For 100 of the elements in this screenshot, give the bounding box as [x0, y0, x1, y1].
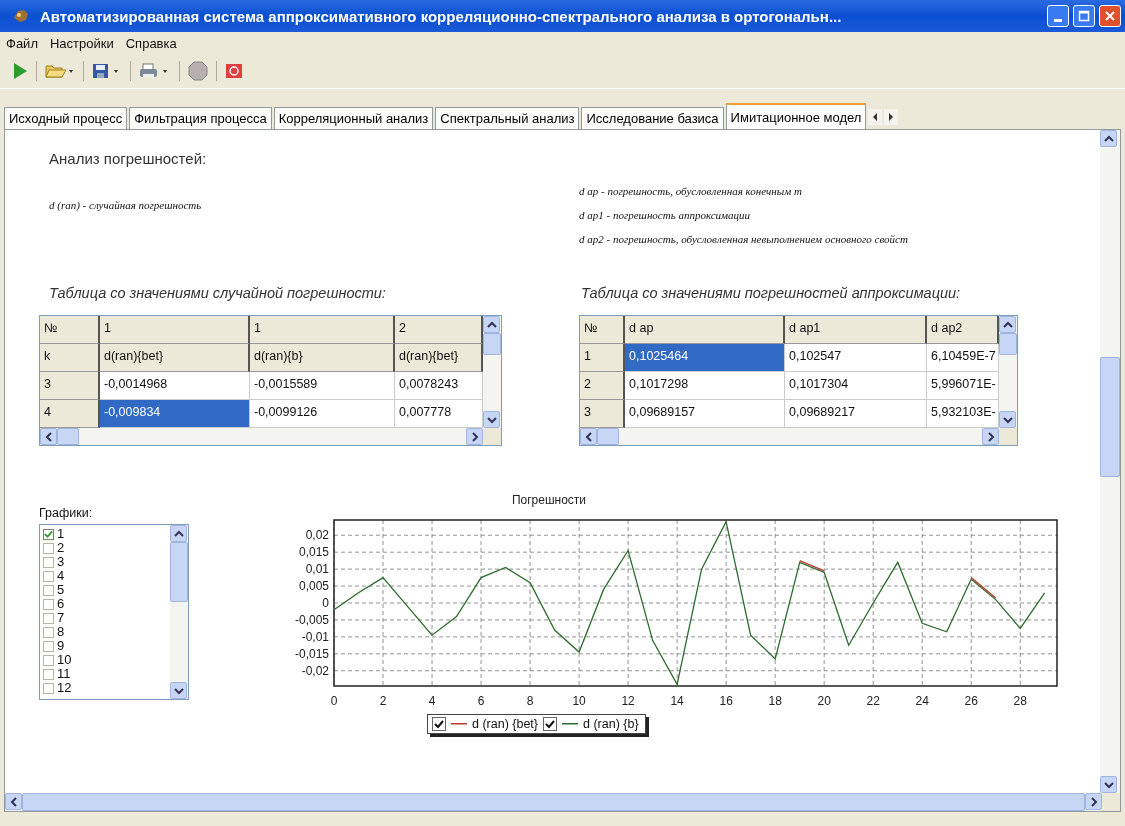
scroll-thumb[interactable]	[170, 542, 188, 602]
checkbox[interactable]	[43, 598, 54, 610]
legend-label: d (ran) {bet}	[472, 717, 538, 731]
minimize-button[interactable]	[1047, 5, 1069, 27]
y-tick-label: 0	[322, 596, 329, 610]
checkbox[interactable]	[43, 542, 54, 554]
tab[interactable]: Имитационное модел	[725, 103, 867, 129]
menu-item[interactable]: Файл	[6, 35, 38, 51]
vertical-scrollbar[interactable]	[999, 316, 1017, 428]
checkbox[interactable]	[43, 556, 54, 568]
legend-note: d ap1 - погрешность аппроксимации	[579, 209, 752, 221]
column-header: 2	[395, 316, 483, 344]
tab[interactable]: Спектральный анализ	[435, 107, 580, 129]
column-header: d(ran){bet}	[395, 344, 483, 372]
scroll-left-button[interactable]	[5, 793, 22, 810]
scroll-thumb[interactable]	[999, 333, 1017, 355]
scroll-down-button[interactable]	[999, 411, 1016, 428]
tab-scroll-left-button[interactable]	[868, 109, 883, 125]
y-tick-label: -0,005	[294, 612, 329, 627]
scroll-right-button[interactable]	[1085, 793, 1102, 810]
scroll-right-button[interactable]	[982, 428, 999, 445]
column-header: d(ran){b}	[250, 344, 395, 372]
checkbox[interactable]	[43, 612, 54, 624]
scroll-thumb[interactable]	[597, 428, 619, 445]
chevron-right-icon	[1089, 796, 1098, 807]
horizontal-scrollbar[interactable]	[580, 428, 1017, 445]
scroll-down-button[interactable]	[483, 411, 500, 428]
checkbox-label: 1	[57, 527, 65, 541]
x-tick-label: 0	[330, 694, 338, 708]
scroll-up-button[interactable]	[170, 525, 187, 542]
tab[interactable]: Исследование базиса	[581, 107, 724, 129]
table-cell[interactable]: -0,0015589	[250, 372, 395, 400]
table-cell[interactable]: 0,1025464	[625, 344, 785, 372]
scroll-right-button[interactable]	[466, 428, 483, 445]
scroll-up-button[interactable]	[483, 316, 500, 333]
scrollbar-corner	[999, 428, 1017, 445]
checkbox[interactable]	[43, 682, 54, 694]
menu-item[interactable]: Настройки	[49, 35, 114, 51]
scroll-down-button[interactable]	[170, 682, 187, 699]
table-cell[interactable]: 0,1017298	[625, 372, 785, 400]
tab[interactable]: Исходный процесс	[4, 107, 128, 129]
play-icon	[12, 62, 28, 80]
vertical-scrollbar[interactable]	[170, 525, 188, 699]
vertical-scrollbar[interactable]	[1100, 130, 1120, 793]
table-cell[interactable]: 0,102547	[785, 344, 927, 372]
triangle-left-icon	[871, 112, 880, 122]
x-tick-label: 20	[817, 694, 831, 708]
record-button[interactable]	[223, 61, 245, 81]
x-tick-label: 22	[866, 694, 880, 708]
checkbox-label: 7	[57, 611, 65, 625]
x-tick-label: 8	[526, 694, 534, 708]
table-caption: Таблица со значениями погрешностей аппроксимации:	[580, 285, 962, 301]
chevron-down-icon	[486, 415, 497, 424]
horizontal-scrollbar[interactable]	[40, 428, 501, 445]
table-caption: Таблица со значениями случайной погрешности:	[48, 285, 387, 301]
triangle-right-icon	[887, 112, 896, 122]
chart-title: Погрешности	[511, 493, 587, 507]
table-cell[interactable]: -0,009834	[100, 400, 250, 428]
column-header: d ap1	[785, 316, 927, 344]
tab[interactable]: Корреляционный анализ	[273, 107, 434, 129]
scroll-up-button[interactable]	[999, 316, 1016, 333]
checkbox[interactable]	[43, 528, 54, 540]
window-title: Автоматизированная система аппроксимативного корреляционно-спектрального анализа в ортогональн...	[40, 7, 843, 25]
stop-button[interactable]	[186, 59, 210, 83]
checkbox[interactable]	[43, 654, 54, 666]
scroll-up-button[interactable]	[1100, 130, 1117, 147]
menu-item[interactable]: Справка	[125, 35, 177, 51]
scrollbar-corner	[483, 428, 501, 445]
scroll-left-button[interactable]	[580, 428, 597, 445]
chevron-up-icon	[1002, 320, 1013, 329]
y-tick-label: 0,005	[298, 579, 329, 594]
scroll-thumb[interactable]	[57, 428, 79, 445]
y-tick-label: -0,01	[301, 629, 329, 644]
close-button[interactable]	[1099, 5, 1121, 27]
checkbox[interactable]	[43, 668, 54, 680]
scroll-thumb[interactable]	[1100, 357, 1120, 477]
scroll-down-button[interactable]	[1100, 776, 1117, 793]
chevron-right-icon	[470, 431, 479, 442]
legend-checkbox[interactable]	[543, 717, 557, 731]
tab-scroll-right-button[interactable]	[884, 109, 899, 125]
maximize-button[interactable]	[1073, 5, 1095, 27]
y-tick-label: 0,01	[305, 562, 329, 577]
close-icon	[1104, 10, 1116, 22]
table-cell[interactable]: 0,1017304	[785, 372, 927, 400]
chevron-up-icon	[1103, 134, 1114, 143]
tab[interactable]: Фильтрация процесса	[129, 107, 272, 129]
scroll-thumb[interactable]	[483, 333, 501, 355]
checkbox[interactable]	[43, 626, 54, 638]
checkbox[interactable]	[43, 584, 54, 596]
checkbox-label: 10	[57, 653, 72, 667]
scroll-left-button[interactable]	[40, 428, 57, 445]
legend-line-icon	[451, 722, 467, 726]
legend-checkbox[interactable]	[432, 717, 446, 731]
chevron-left-icon	[44, 431, 53, 442]
checkbox[interactable]	[43, 570, 54, 582]
checkbox[interactable]	[43, 640, 54, 652]
legend-note: d (ran) - случайная погрешность	[49, 199, 202, 211]
row-header: 2	[580, 372, 625, 400]
vertical-scrollbar[interactable]	[483, 316, 501, 428]
column-header: d(ran){bet}	[100, 344, 250, 372]
